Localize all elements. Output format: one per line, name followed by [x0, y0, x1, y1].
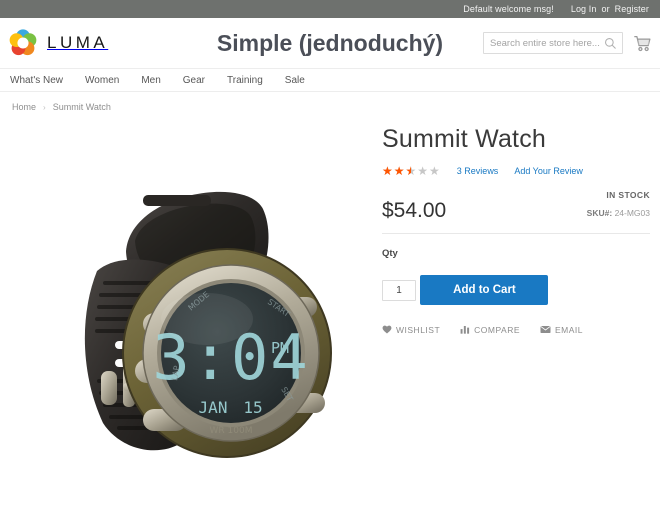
- nav-item-gear[interactable]: Gear: [183, 75, 205, 86]
- header-actions: [483, 32, 652, 54]
- stock-block: IN STOCK SKU#: 24-MG03: [587, 185, 650, 223]
- compare-bars-icon: [460, 325, 470, 334]
- add-to-compare-button[interactable]: COMPARE: [460, 325, 520, 335]
- search-box[interactable]: [483, 32, 623, 54]
- product-title: Summit Watch: [382, 125, 546, 153]
- luma-flower-icon: [8, 28, 38, 58]
- star-rating[interactable]: ★★★★★ ★★★★★: [382, 165, 441, 177]
- search-icon[interactable]: [604, 37, 617, 50]
- breadcrumb-current: Summit Watch: [52, 102, 111, 112]
- stock-status: IN STOCK: [606, 189, 650, 200]
- nav-item-training[interactable]: Training: [227, 75, 263, 86]
- breadcrumb-separator-icon: ›: [43, 102, 46, 112]
- search-input[interactable]: [484, 33, 622, 54]
- add-review-link[interactable]: Add Your Review: [514, 166, 583, 176]
- nav-item-sale[interactable]: Sale: [285, 75, 305, 86]
- login-link[interactable]: Log In: [571, 0, 597, 18]
- qty-label: Qty: [382, 247, 398, 259]
- nav-item-women[interactable]: Women: [85, 75, 119, 86]
- qty-input[interactable]: [382, 279, 416, 301]
- welcome-message: Default welcome msg!: [463, 4, 554, 14]
- envelope-icon: [540, 325, 551, 334]
- svg-text:JAN: JAN: [199, 398, 228, 417]
- logo-link[interactable]: LUMA: [8, 28, 188, 58]
- svg-text:15: 15: [243, 398, 262, 417]
- rating-summary: ★★★★★ ★★★★★ 3 Reviews Add Your Review: [382, 165, 650, 177]
- product-price: $54.00: [382, 198, 447, 222]
- product-main: 3:04 PM JAN 15 START MODE LAP SET WR 100…: [0, 116, 660, 486]
- login-register-separator: or: [601, 4, 610, 14]
- sku-value: 24-MG03: [614, 207, 650, 218]
- nav-item-whats-new[interactable]: What's New: [10, 75, 63, 86]
- reviews-count-link[interactable]: 3 Reviews: [457, 166, 499, 176]
- email-friend-button[interactable]: EMAIL: [540, 325, 583, 335]
- product-page: Default welcome msg! Log In or Register …: [0, 0, 660, 515]
- nav-item-men[interactable]: Men: [141, 75, 160, 86]
- product-social-actions: WISHLIST COMPARE EMAIL: [382, 325, 650, 335]
- logo-text: LUMA: [47, 33, 109, 52]
- wishlist-label: WISHLIST: [396, 324, 441, 335]
- product-sku: SKU#: 24-MG03: [587, 208, 650, 218]
- breadcrumb-home[interactable]: Home: [12, 102, 36, 112]
- site-header: LUMA Simple (jednoduchý): [0, 18, 660, 68]
- top-panel: Default welcome msg! Log In or Register: [0, 0, 660, 18]
- breadcrumb: Home › Summit Watch: [0, 92, 660, 116]
- add-to-wishlist-button[interactable]: WISHLIST: [382, 325, 440, 335]
- product-info: Summit Watch ★★★★★ ★★★★★ 3 Reviews Add Y…: [382, 116, 650, 486]
- product-image-container[interactable]: 3:04 PM JAN 15 START MODE LAP SET WR 100…: [10, 116, 382, 486]
- compare-label: COMPARE: [474, 324, 521, 335]
- product-image[interactable]: 3:04 PM JAN 15 START MODE LAP SET WR 100…: [31, 131, 361, 471]
- price-row: $54.00 IN STOCK SKU#: 24-MG03: [382, 185, 650, 234]
- heart-icon: [382, 325, 392, 334]
- main-navigation: What's New Women Men Gear Training Sale: [0, 68, 660, 92]
- svg-text:PM: PM: [271, 339, 289, 357]
- shopping-cart-icon[interactable]: [633, 34, 652, 53]
- email-label: EMAIL: [555, 324, 584, 335]
- svg-text:WR 100M: WR 100M: [210, 426, 253, 436]
- add-to-cart-button[interactable]: Add to Cart: [420, 274, 549, 305]
- sku-label: SKU#:: [586, 207, 613, 218]
- stars-filled: ★★★★★: [382, 164, 411, 177]
- register-link[interactable]: Register: [615, 0, 649, 18]
